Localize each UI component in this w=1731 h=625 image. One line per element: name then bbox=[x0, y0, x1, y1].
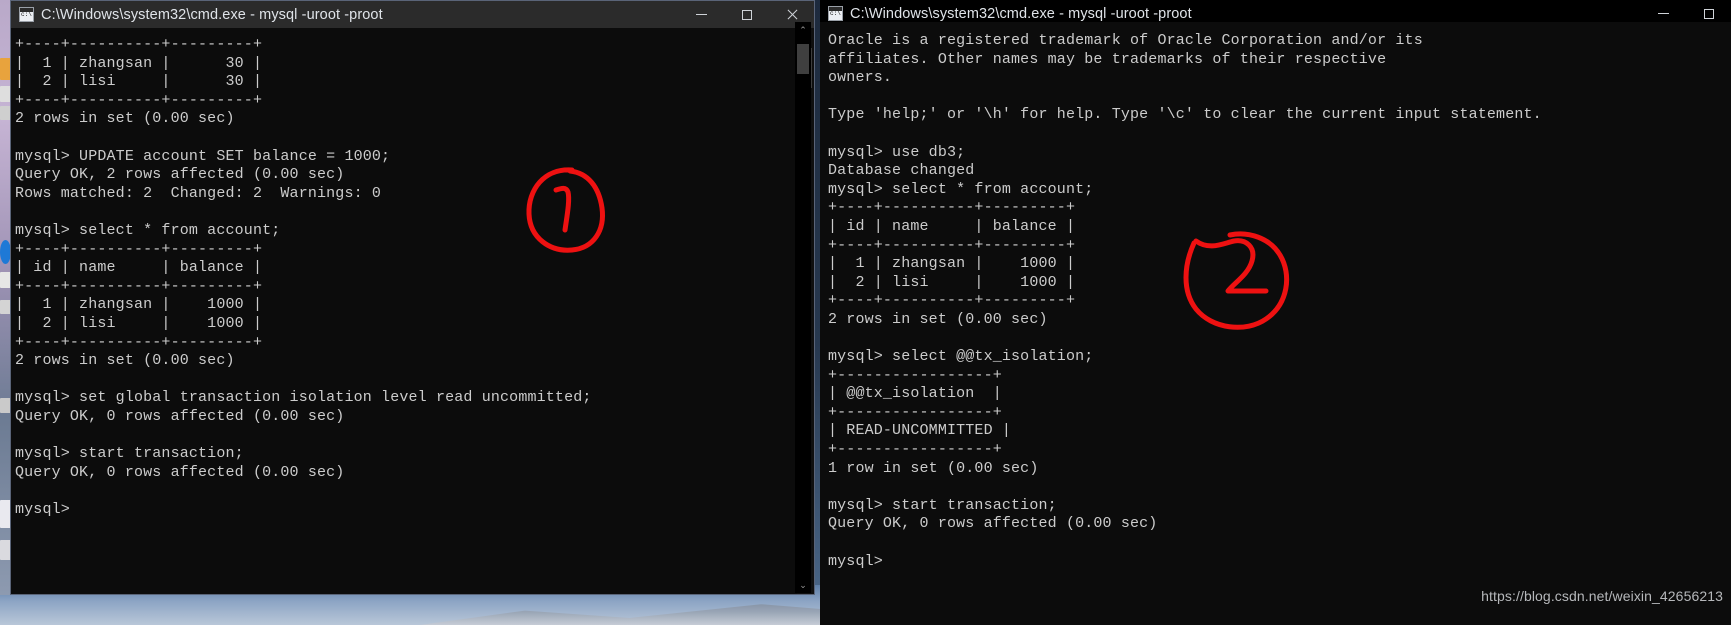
cmd-icon bbox=[19, 7, 34, 22]
maximize-icon bbox=[1703, 8, 1714, 19]
window-controls-left[interactable] bbox=[679, 1, 814, 28]
close-icon bbox=[786, 9, 798, 21]
scrollbar-right[interactable]: ⌃ ⌄ bbox=[795, 22, 811, 593]
minimize-button-left[interactable] bbox=[679, 1, 724, 28]
cmd-window-right[interactable]: C:\Windows\system32\cmd.exe - mysql -uro… bbox=[795, 0, 1731, 625]
scroll-thumb-right[interactable] bbox=[797, 44, 809, 74]
scroll-up-arrow-right[interactable]: ⌃ bbox=[795, 22, 811, 38]
watermark-url: https://blog.csdn.net/weixin_42656213 bbox=[1481, 588, 1723, 604]
cmd-window-left[interactable]: C:\Windows\system32\cmd.exe - mysql -uro… bbox=[10, 0, 815, 595]
titlebar-left[interactable]: C:\Windows\system32\cmd.exe - mysql -uro… bbox=[11, 1, 814, 28]
minimize-icon bbox=[696, 14, 707, 15]
minimize-icon bbox=[1658, 13, 1669, 14]
terminal-output-right: Oracle is a registered trademark of Orac… bbox=[828, 32, 1542, 570]
window-title-left: C:\Windows\system32\cmd.exe - mysql -uro… bbox=[41, 6, 383, 23]
console-area-right[interactable]: Oracle is a registered trademark of Orac… bbox=[820, 22, 1731, 625]
maximize-icon bbox=[741, 9, 752, 20]
scroll-down-arrow-right[interactable]: ⌄ bbox=[795, 577, 811, 593]
terminal-output-left: +----+----------+---------+ | 1 | zhangs… bbox=[15, 36, 592, 518]
window-title-right: C:\Windows\system32\cmd.exe - mysql -uro… bbox=[850, 5, 1192, 22]
maximize-button-left[interactable] bbox=[724, 1, 769, 28]
console-area-left[interactable]: +----+----------+---------+ | 1 | zhangs… bbox=[11, 28, 814, 594]
cmd-icon bbox=[828, 6, 843, 21]
